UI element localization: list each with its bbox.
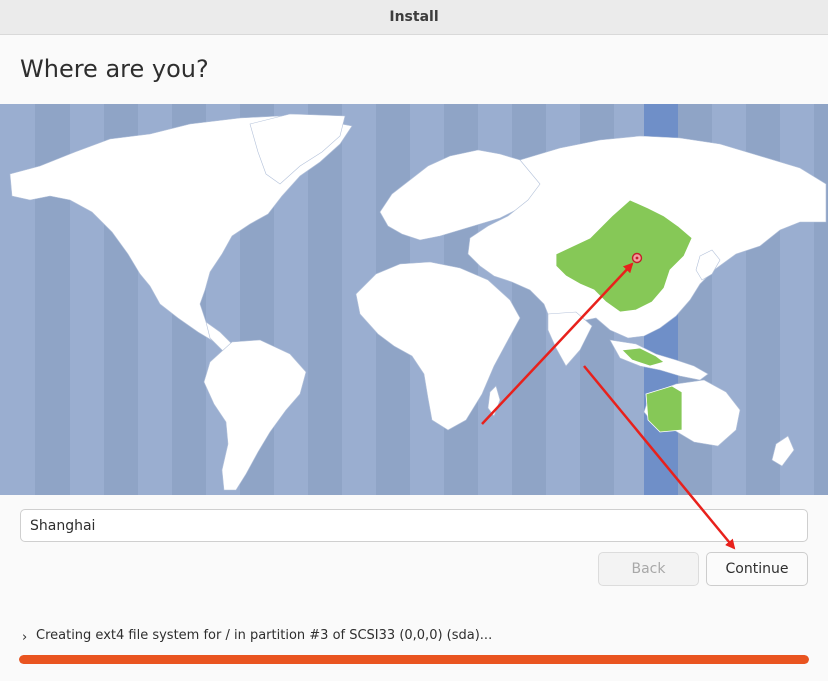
progress-bar: [19, 655, 809, 664]
location-field[interactable]: [20, 509, 808, 542]
back-button[interactable]: Back: [598, 552, 699, 586]
page-title: Where are you?: [20, 55, 209, 83]
title-bar[interactable]: Install: [0, 0, 828, 35]
back-button-label: Back: [631, 561, 666, 577]
continue-button[interactable]: Continue: [706, 552, 808, 586]
status-row[interactable]: › Creating ext4 file system for / in par…: [22, 625, 493, 646]
timezone-map[interactable]: [0, 104, 828, 495]
progress-bar-fill: [19, 655, 809, 664]
continue-button-label: Continue: [725, 561, 789, 577]
status-message: Creating ext4 file system for / in parti…: [36, 627, 493, 643]
world-map[interactable]: [0, 104, 828, 495]
installer-window: Install Where are you? Shanghai Back Con…: [0, 0, 828, 681]
window-title: Install: [389, 9, 439, 25]
city-marker[interactable]: [631, 252, 643, 264]
chevron-right-icon[interactable]: ›: [22, 630, 36, 645]
